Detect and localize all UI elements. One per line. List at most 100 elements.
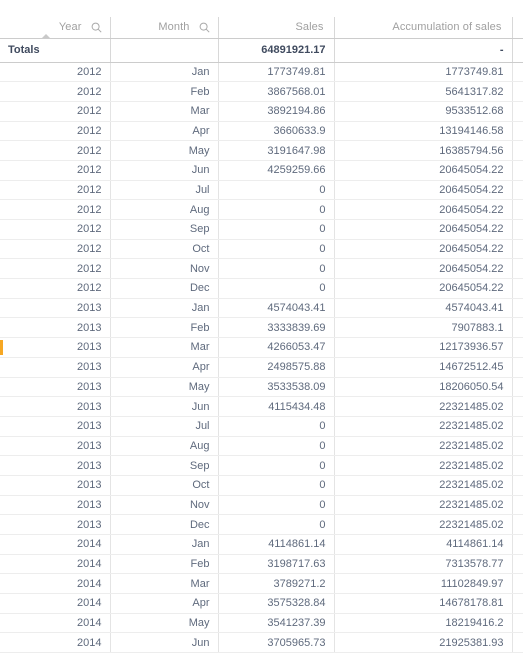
cell-year[interactable]: 2013 [0,514,111,535]
cell-accumulation[interactable]: 14678178.81 [334,593,513,614]
cell-accumulation[interactable]: 7313578.77 [334,554,513,575]
cell-accumulation[interactable]: 22321485.02 [334,455,513,476]
table-row[interactable]: 2012 Feb 3867568.01 5641317.82 [0,81,523,102]
table-row[interactable]: 2013 Jan 4574043.41 4574043.41 [0,298,523,319]
cell-month[interactable]: Mar [110,337,219,358]
cell-month[interactable]: Jun [110,632,219,653]
cell-month[interactable]: Jul [110,180,219,201]
cell-sales[interactable]: 0 [218,199,335,220]
search-icon[interactable] [91,22,102,33]
cell-year[interactable]: 2013 [0,357,111,378]
cell-year[interactable]: 2013 [0,416,111,437]
cell-month[interactable]: Dec [110,514,219,535]
table-row[interactable]: 2014 Apr 3575328.84 14678178.81 [0,593,523,614]
cell-year[interactable]: 2013 [0,436,111,457]
cell-month[interactable]: Nov [110,258,219,280]
table-row[interactable]: 2013 Jul 0 22321485.02 [0,416,523,437]
cell-accumulation[interactable]: 20645054.22 [334,258,513,280]
search-icon[interactable] [199,22,210,33]
cell-year[interactable]: 2013 [0,298,111,319]
table-row[interactable]: 2012 Apr 3660633.9 13194146.58 [0,121,523,142]
cell-sales[interactable]: 4114861.14 [218,534,335,555]
cell-sales[interactable]: 0 [218,455,335,476]
cell-year[interactable]: 2012 [0,62,111,83]
cell-sales[interactable]: 4574043.41 [218,298,335,319]
cell-sales[interactable]: 4115434.48 [218,396,335,417]
column-header-year[interactable]: Year [0,17,111,39]
cell-sales[interactable]: 4259259.66 [218,160,335,181]
cell-year[interactable]: 2012 [0,258,111,280]
cell-accumulation[interactable]: 9533512.68 [334,101,513,122]
cell-year[interactable]: 2014 [0,632,111,653]
table-row[interactable]: 2013 May 3533538.09 18206050.54 [0,377,523,398]
table-row[interactable]: 2014 Feb 3198717.63 7313578.77 [0,554,523,575]
cell-accumulation[interactable]: 4574043.41 [334,298,513,319]
cell-year[interactable]: 2012 [0,121,111,142]
cell-year[interactable]: 2013 [0,495,111,516]
table-row[interactable]: 2012 Dec 0 20645054.22 [0,278,523,299]
cell-year[interactable]: 2013 [0,396,111,417]
cell-sales[interactable]: 0 [218,180,335,201]
cell-month[interactable]: Jun [110,160,219,181]
cell-year[interactable]: 2012 [0,219,111,240]
cell-sales[interactable]: 0 [218,436,335,457]
cell-month[interactable]: Jan [110,62,219,83]
cell-sales[interactable]: 3660633.9 [218,121,335,142]
cell-sales[interactable]: 3541237.39 [218,613,335,634]
cell-sales[interactable]: 3789271.2 [218,573,335,595]
cell-sales[interactable]: 0 [218,258,335,280]
cell-year[interactable]: 2012 [0,239,111,260]
table-row[interactable]: 2014 Jan 4114861.14 4114861.14 [0,534,523,555]
cell-month[interactable]: Mar [110,573,219,595]
cell-month[interactable]: Oct [110,475,219,496]
cell-accumulation[interactable]: 18219416.2 [334,613,513,634]
cell-accumulation[interactable]: 7907883.1 [334,317,513,339]
cell-year[interactable]: 2013 [0,377,111,398]
table-row[interactable]: 2013 Sep 0 22321485.02 [0,455,523,476]
cell-sales[interactable]: 3575328.84 [218,593,335,614]
cell-month[interactable]: May [110,140,219,161]
cell-sales[interactable]: 3333839.69 [218,317,335,339]
cell-accumulation[interactable]: 5641317.82 [334,81,513,102]
cell-accumulation[interactable]: 22321485.02 [334,475,513,496]
cell-month[interactable]: Oct [110,239,219,260]
cell-sales[interactable]: 0 [218,239,335,260]
table-row[interactable]: 2014 Jun 3705965.73 21925381.93 [0,632,523,653]
table-row[interactable]: 2013 Jun 4115434.48 22321485.02 [0,396,523,417]
cell-month[interactable]: Apr [110,121,219,142]
cell-accumulation[interactable]: 22321485.02 [334,436,513,457]
cell-month[interactable]: May [110,613,219,634]
cell-accumulation[interactable]: 14672512.45 [334,357,513,378]
cell-month[interactable]: Aug [110,199,219,220]
cell-sales[interactable]: 3892194.86 [218,101,335,122]
cell-month[interactable]: May [110,377,219,398]
cell-sales[interactable]: 2498575.88 [218,357,335,378]
data-table-container[interactable]: Year Month Sales Accumulation of sales T… [0,0,523,653]
cell-year[interactable]: 2012 [0,81,111,102]
cell-accumulation[interactable]: 11102849.97 [334,573,513,595]
table-row[interactable]: 2014 Mar 3789271.2 11102849.97 [0,573,523,595]
cell-sales[interactable]: 4266053.47 [218,337,335,358]
table-row[interactable]: 2012 Mar 3892194.86 9533512.68 [0,101,523,122]
cell-sales[interactable]: 3867568.01 [218,81,335,102]
table-row[interactable]: 2012 Oct 0 20645054.22 [0,239,523,260]
column-header-month[interactable]: Month [110,17,219,39]
cell-accumulation[interactable]: 20645054.22 [334,239,513,260]
cell-year[interactable]: 2012 [0,180,111,201]
table-row[interactable]: 2012 Jan 1773749.81 1773749.81 [0,62,523,83]
cell-month[interactable]: Jul [110,416,219,437]
table-row[interactable]: 2014 May 3541237.39 18219416.2 [0,613,523,634]
cell-month[interactable]: Apr [110,357,219,378]
table-row[interactable]: 2012 Jun 4259259.66 20645054.22 [0,160,523,181]
cell-sales[interactable]: 0 [218,416,335,437]
cell-month[interactable]: Jan [110,534,219,555]
cell-accumulation[interactable]: 13194146.58 [334,121,513,142]
table-row[interactable]: 2012 Nov 0 20645054.22 [0,258,523,280]
cell-year[interactable]: 2014 [0,534,111,555]
cell-year[interactable]: 2013 [0,475,111,496]
cell-sales[interactable]: 0 [218,278,335,299]
cell-year[interactable]: 2014 [0,554,111,575]
cell-sales[interactable]: 0 [218,514,335,535]
table-row[interactable]: 2012 Sep 0 20645054.22 [0,219,523,240]
cell-month[interactable]: Feb [110,317,219,339]
